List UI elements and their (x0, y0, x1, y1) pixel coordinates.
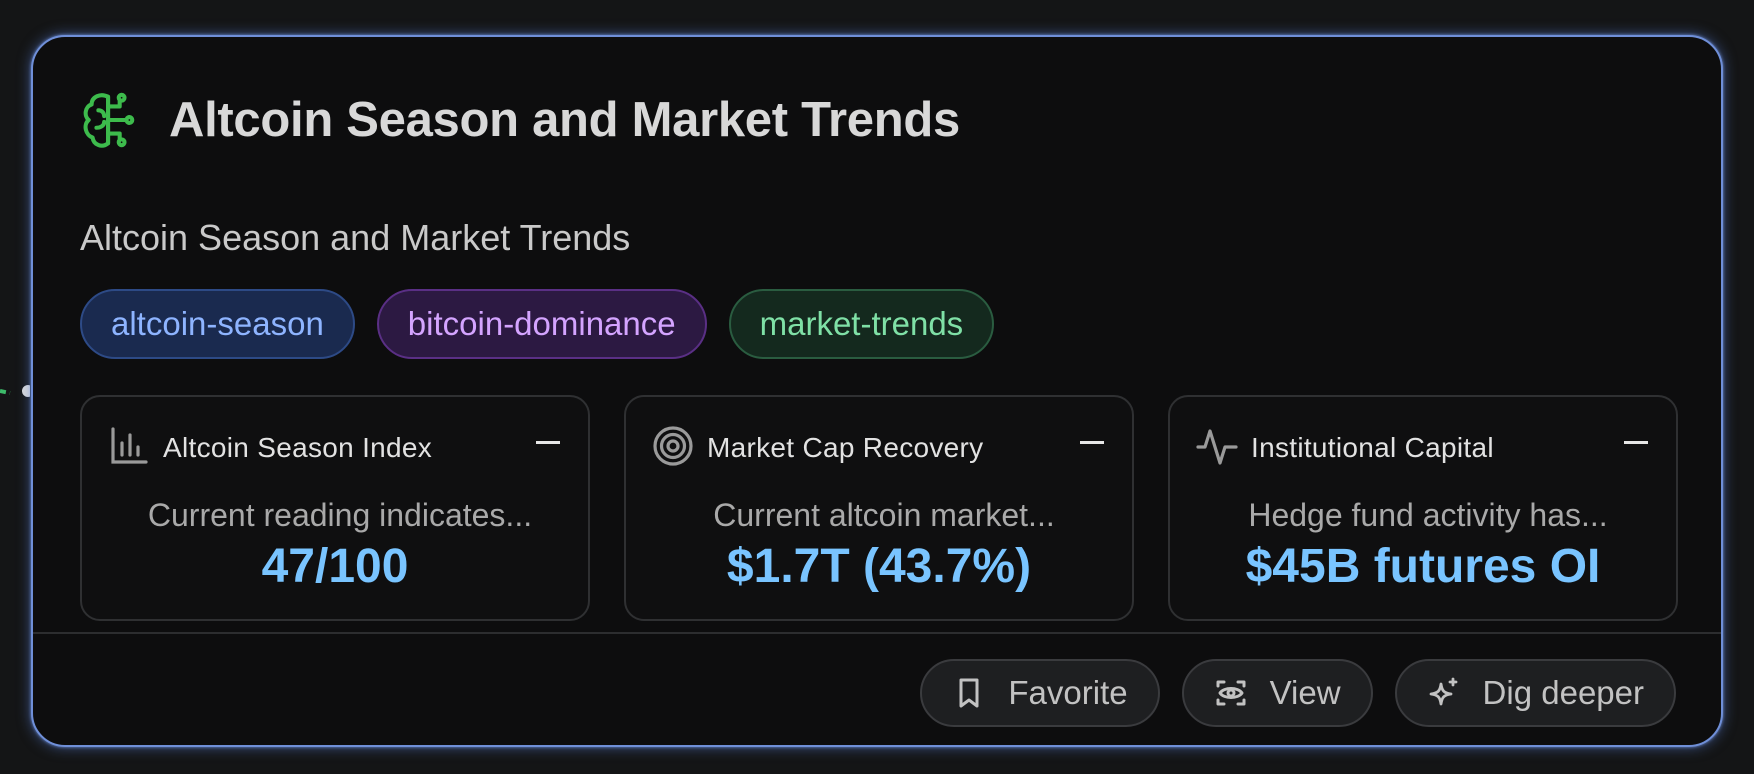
connector-handle[interactable] (0, 378, 30, 408)
tag-bitcoin-dominance[interactable]: bitcoin-dominance (376, 289, 707, 359)
collapse-icon[interactable] (536, 441, 560, 444)
dig-deeper-button-label: Dig deeper (1482, 674, 1644, 711)
metric-card-altcoin-season-index[interactable]: Altcoin Season Index Current reading ind… (80, 395, 590, 621)
bar-chart-icon (111, 427, 148, 464)
dig-deeper-button[interactable]: Dig deeper (1394, 659, 1676, 727)
canvas: Altcoin Season and Market Trends Altcoin… (0, 0, 1754, 774)
metric-value: 47/100 (261, 540, 409, 593)
tag-list: altcoin-season bitcoin-dominance market-… (80, 289, 995, 359)
metric-description: Hedge fund activity has... (1248, 497, 1608, 533)
view-icon (1216, 680, 1246, 706)
metric-value: $1.7T (43.7%) (726, 540, 1032, 593)
collapse-icon[interactable] (1624, 441, 1648, 444)
favorite-button[interactable]: Favorite (920, 659, 1160, 727)
action-bar: Favorite View Dig deeper (920, 659, 1676, 727)
metric-description: Current altcoin market... (713, 497, 1055, 533)
collapse-icon[interactable] (1080, 441, 1104, 444)
target-icon (653, 426, 693, 466)
metric-description: Current reading indicates... (147, 497, 533, 533)
brain-circuit-icon (83, 92, 135, 148)
favorite-button-label: Favorite (1008, 674, 1128, 711)
footer-divider (33, 632, 1721, 634)
bookmark-icon (959, 678, 979, 708)
metric-label: Altcoin Season Index (163, 432, 433, 463)
metric-value: $45B futures OI (1245, 540, 1601, 593)
metric-label: Institutional Capital (1251, 432, 1494, 463)
metric-card-market-cap-recovery[interactable]: Market Cap Recovery Current altcoin mark… (624, 395, 1134, 621)
insight-card: Altcoin Season and Market Trends Altcoin… (31, 35, 1723, 747)
metric-label: Market Cap Recovery (707, 432, 984, 463)
metric-card-institutional-capital[interactable]: Institutional Capital Hedge fund activit… (1168, 395, 1678, 621)
tag-market-trends[interactable]: market-trends (728, 289, 995, 359)
tag-altcoin-season[interactable]: altcoin-season (80, 289, 355, 359)
view-button-label: View (1269, 674, 1341, 711)
activity-icon (1196, 429, 1238, 465)
view-button[interactable]: View (1181, 659, 1373, 727)
sparkles-icon (1429, 677, 1457, 706)
card-header: Altcoin Season and Market Trends (79, 89, 960, 151)
card-title: Altcoin Season and Market Trends (169, 93, 960, 147)
card-subtitle: Altcoin Season and Market Trends (80, 217, 631, 258)
metric-list: Altcoin Season Index Current reading ind… (80, 395, 1678, 621)
